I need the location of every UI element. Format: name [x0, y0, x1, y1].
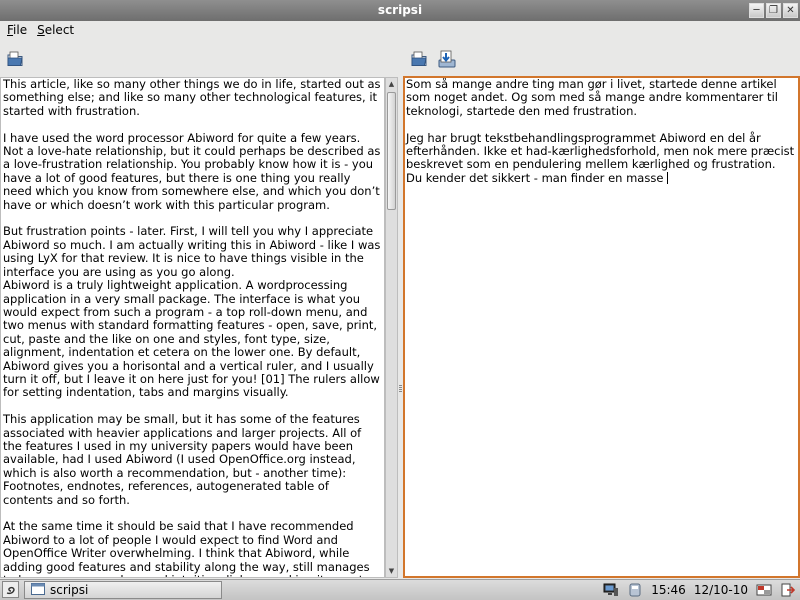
left-scrollbar[interactable]: ▲ ▼	[385, 77, 398, 578]
menu-select-accel: S	[37, 23, 45, 37]
splitter-grip-icon[interactable]	[399, 385, 402, 393]
menu-bar: File Select	[0, 21, 800, 41]
source-text[interactable]: This article, like so many other things …	[1, 78, 384, 577]
taskbar-task-scripsi[interactable]: scripsi	[24, 581, 222, 599]
menu-select[interactable]: Select	[32, 21, 79, 41]
logout-icon[interactable]	[780, 582, 796, 598]
window-icon	[31, 582, 45, 598]
open-folder-icon[interactable]	[4, 48, 26, 70]
clock-time: 15:46	[651, 583, 686, 597]
open-folder-icon[interactable]	[408, 48, 430, 70]
translation-text[interactable]: Som så mange andre ting man gør i livet,…	[405, 78, 798, 185]
right-toolbar	[408, 48, 458, 74]
system-tray: 15:46 12/10-10	[603, 581, 796, 599]
clock-date: 12/10-10	[693, 583, 748, 597]
menu-select-rest: elect	[44, 23, 75, 37]
window-title: scripsi	[377, 3, 423, 17]
taskbar: scripsi 15:46 12/10-10	[0, 579, 800, 600]
workspace-switcher-icon[interactable]	[756, 582, 772, 598]
close-icon[interactable]: ✕	[783, 3, 798, 18]
window-controls: ─ ❐ ✕	[749, 3, 798, 18]
save-download-icon[interactable]	[436, 48, 458, 70]
scrollbar-thumb[interactable]	[387, 92, 396, 210]
minimize-icon[interactable]: ─	[749, 3, 764, 18]
left-toolbar	[4, 48, 26, 74]
storage-icon[interactable]	[627, 582, 643, 598]
taskbar-task-label: scripsi	[50, 583, 89, 597]
menu-file[interactable]: File	[2, 21, 32, 41]
text-cursor	[667, 171, 669, 184]
network-icon[interactable]	[603, 582, 619, 598]
start-menu-icon[interactable]	[2, 581, 19, 598]
scroll-down-icon[interactable]: ▼	[386, 565, 397, 577]
scroll-up-icon[interactable]: ▲	[386, 78, 397, 90]
title-bar: scripsi ─ ❐ ✕	[0, 0, 800, 21]
translation-text-pane[interactable]: Som så mange andre ting man gør i livet,…	[403, 76, 800, 578]
translation-text-content: Som så mange andre ting man gør i livet,…	[406, 77, 795, 185]
menu-file-rest: ile	[13, 23, 28, 37]
maximize-icon[interactable]: ❐	[766, 3, 781, 18]
source-text-pane[interactable]: This article, like so many other things …	[0, 77, 385, 578]
